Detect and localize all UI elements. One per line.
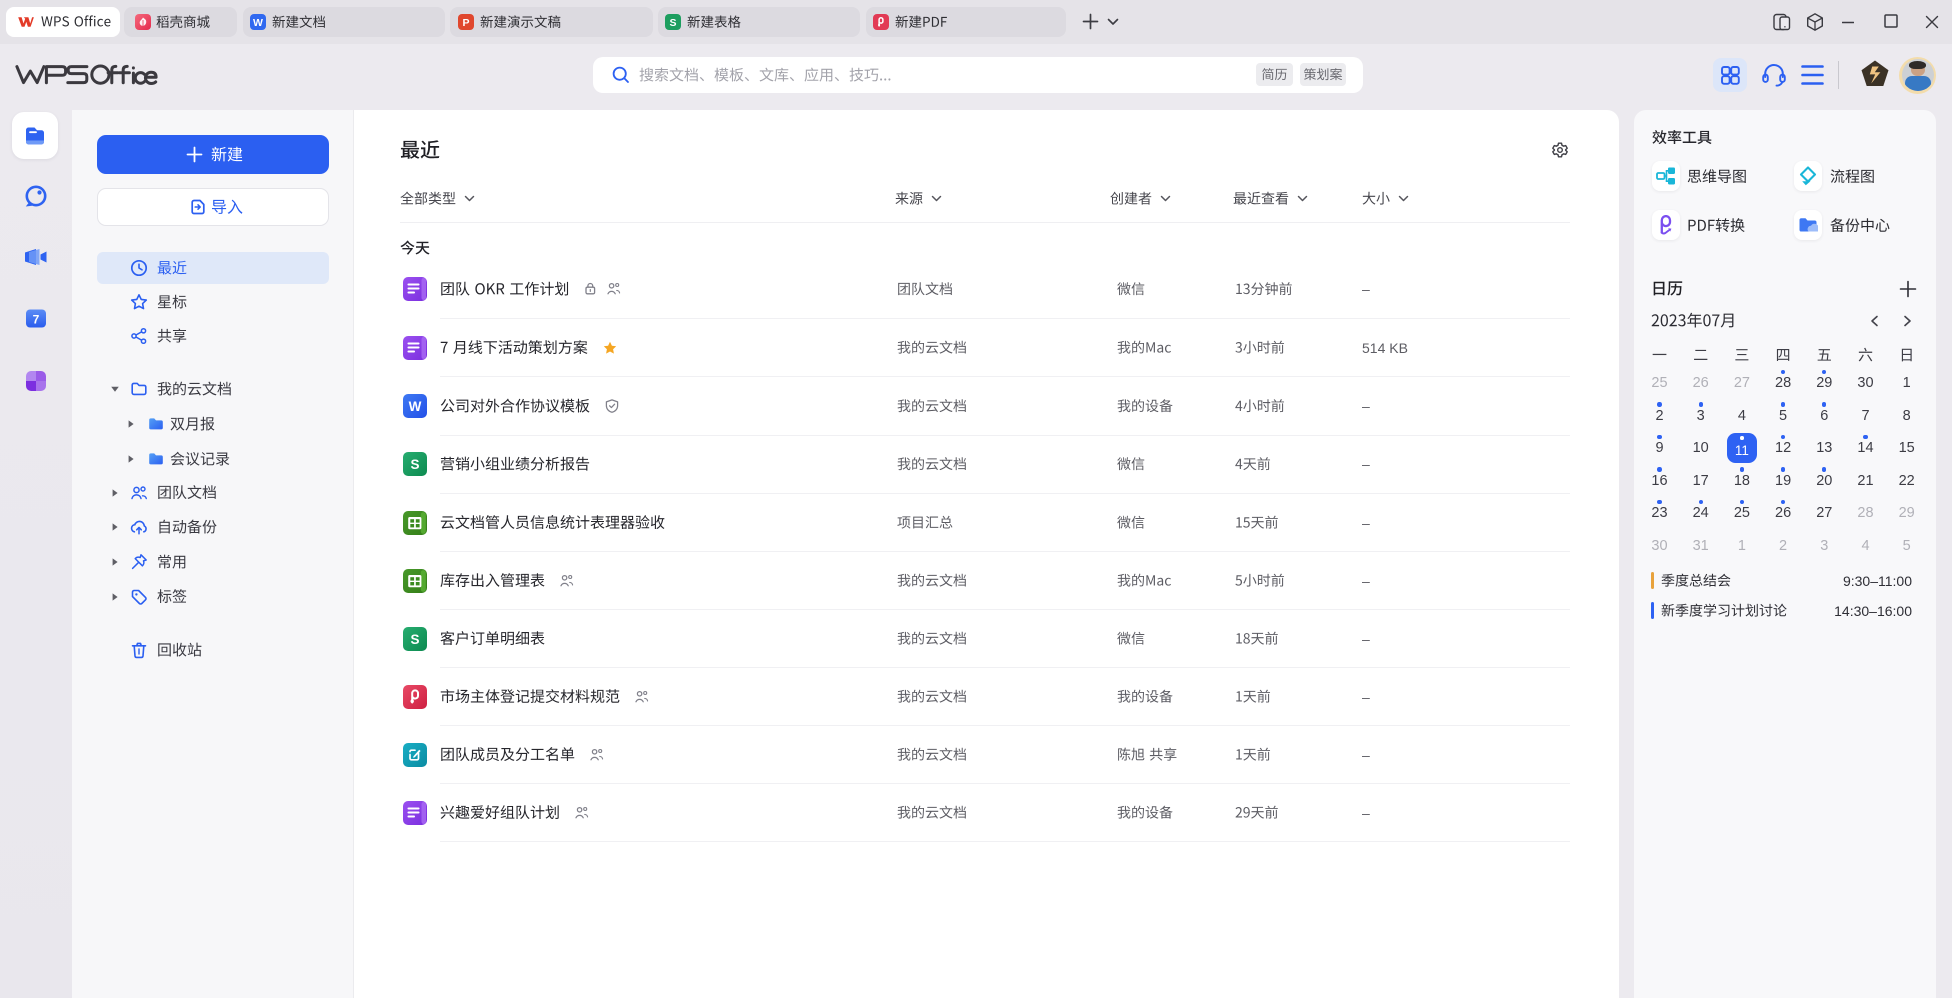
- svg-text:W: W: [253, 17, 263, 29]
- svg-text:S: S: [410, 632, 419, 647]
- svg-text:7: 7: [33, 313, 40, 327]
- svg-text:S: S: [669, 17, 676, 29]
- svg-text:S: S: [410, 457, 419, 472]
- svg-text:P: P: [462, 17, 469, 29]
- svg-text:W: W: [409, 399, 422, 414]
